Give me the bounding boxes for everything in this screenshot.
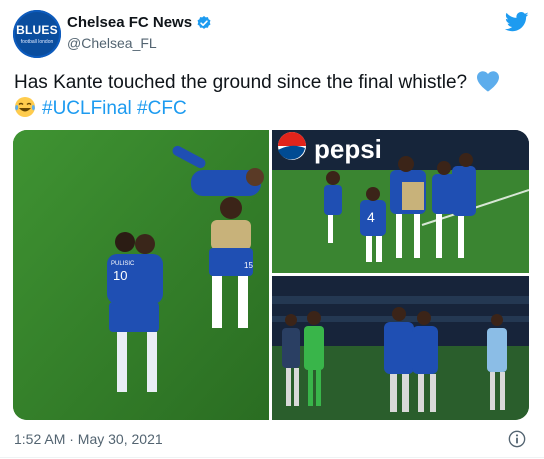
photo-jersey-number: 10 bbox=[113, 268, 127, 283]
verified-badge-icon bbox=[197, 15, 211, 29]
photo-jersey-number: 4 bbox=[367, 209, 375, 225]
tweet-text: Has Kante touched the ground since the f… bbox=[14, 70, 534, 122]
photo-illustration: 15 10 PULISIC bbox=[13, 130, 269, 420]
photo-illustration bbox=[272, 276, 529, 420]
user-handle[interactable]: @Chelsea_FL bbox=[67, 35, 157, 51]
photo-board-text: pepsi bbox=[314, 134, 382, 164]
photo-night-celebration[interactable] bbox=[272, 276, 529, 420]
avatar-subtext: football london bbox=[20, 39, 54, 45]
hashtag-uclfinal[interactable]: #UCLFinal bbox=[42, 98, 132, 119]
avatar[interactable]: BLUES football london bbox=[13, 10, 61, 58]
svg-text:15: 15 bbox=[244, 261, 253, 270]
tweet-body: Has Kante touched the ground since the f… bbox=[14, 72, 468, 93]
hashtag-cfc[interactable]: #CFC bbox=[137, 98, 187, 119]
info-icon[interactable] bbox=[508, 430, 526, 448]
tweet-timestamp[interactable]: 1:52 AM · May 30, 2021 bbox=[14, 431, 163, 447]
photo-jersey-name: PULISIC bbox=[111, 261, 135, 267]
avatar-text: BLUES bbox=[16, 23, 58, 37]
twitter-bird-icon[interactable] bbox=[505, 12, 529, 32]
display-name[interactable]: Chelsea FC News bbox=[67, 14, 192, 31]
photo-team-huddle[interactable]: pepsi 4 bbox=[272, 130, 529, 273]
divider bbox=[0, 457, 544, 458]
photo-illustration: pepsi 4 bbox=[272, 130, 529, 273]
media-grid: 15 10 PULISIC pepsi 4 bbox=[13, 130, 529, 420]
photo-celebration-kante[interactable]: 15 10 PULISIC bbox=[13, 130, 269, 420]
tweet-card[interactable]: BLUES football london Chelsea FC News @C… bbox=[0, 0, 544, 459]
tears-of-joy-icon bbox=[15, 97, 35, 117]
blue-heart-icon bbox=[477, 71, 500, 92]
